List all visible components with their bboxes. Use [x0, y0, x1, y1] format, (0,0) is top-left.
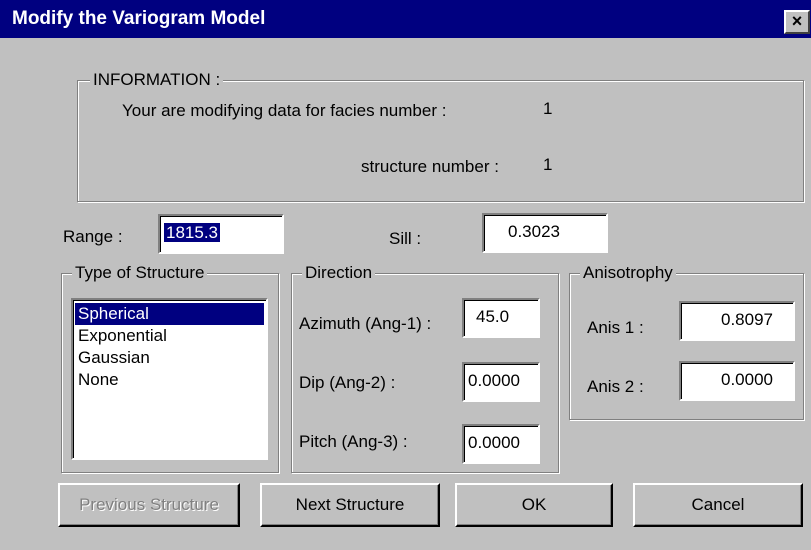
dip-label: Dip (Ang-2) : — [299, 373, 396, 392]
information-group-label: INFORMATION : — [90, 70, 224, 90]
list-item-none[interactable]: None — [75, 369, 264, 391]
structure-number-value: 1 — [543, 155, 553, 174]
previous-structure-button[interactable]: Previous Structure — [58, 483, 240, 527]
facies-number-value: 1 — [543, 99, 553, 118]
ok-button[interactable]: OK — [455, 483, 613, 527]
anis2-label: Anis 2 : — [587, 377, 644, 396]
azimuth-input[interactable]: 45.0 — [462, 298, 540, 338]
list-item-gaussian[interactable]: Gaussian — [75, 347, 264, 369]
cancel-button[interactable]: Cancel — [633, 483, 803, 527]
range-value: 1815.3 — [164, 223, 220, 242]
list-item-exponential[interactable]: Exponential — [75, 325, 264, 347]
azimuth-label: Azimuth (Ang-1) : — [299, 314, 432, 333]
anisotropy-group-label: Anisotrophy — [580, 263, 676, 283]
range-label: Range : — [63, 227, 123, 246]
information-group: INFORMATION : — [77, 70, 804, 202]
range-input[interactable]: 1815.3 — [158, 214, 284, 254]
facies-number-label: Your are modifying data for facies numbe… — [122, 101, 447, 120]
anis1-label: Anis 1 : — [587, 318, 644, 337]
close-icon[interactable]: × — [784, 10, 810, 34]
title-bar[interactable]: Modify the Variogram Model × — [0, 0, 811, 38]
structure-number-label: structure number : — [361, 157, 499, 176]
structure-type-group-label: Type of Structure — [72, 263, 208, 283]
sill-label: Sill : — [389, 229, 422, 248]
window-title: Modify the Variogram Model — [12, 8, 266, 29]
next-structure-button[interactable]: Next Structure — [260, 483, 440, 527]
pitch-label: Pitch (Ang-3) : — [299, 432, 408, 451]
list-item-spherical[interactable]: Spherical — [75, 303, 264, 325]
anis2-input[interactable]: 0.0000 — [679, 361, 795, 401]
sill-input[interactable]: 0.3023 — [482, 213, 608, 253]
dip-input[interactable]: 0.0000 — [462, 362, 540, 402]
structure-type-listbox[interactable]: Spherical Exponential Gaussian None — [71, 298, 268, 460]
anis1-input[interactable]: 0.8097 — [679, 301, 795, 341]
pitch-input[interactable]: 0.0000 — [462, 424, 540, 464]
direction-group-label: Direction — [302, 263, 376, 283]
